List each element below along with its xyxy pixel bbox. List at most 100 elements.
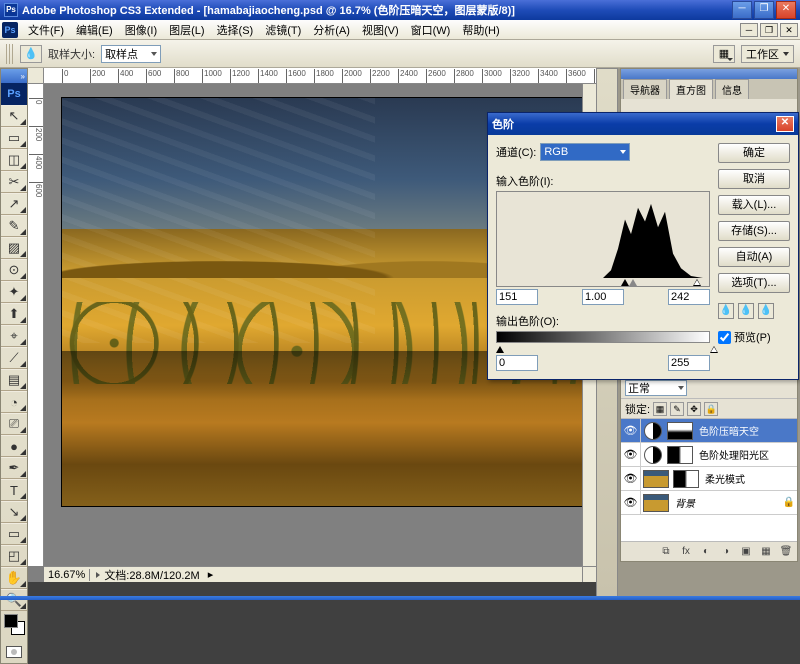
tool-7[interactable]: ⊙ bbox=[1, 259, 27, 281]
layer-row[interactable]: 👁 色阶处理阳光区 bbox=[621, 443, 797, 467]
minimize-button[interactable]: ─ bbox=[732, 1, 752, 19]
dialog-button-存储S[interactable]: 存储(S)... bbox=[718, 221, 790, 241]
input-white-field[interactable] bbox=[668, 289, 710, 305]
go-to-bridge-button[interactable]: ▦ bbox=[713, 45, 735, 63]
doc-info[interactable]: 文档:28.8M/120.2M▸ bbox=[90, 567, 219, 583]
menu-s[interactable]: 选择(S) bbox=[211, 20, 260, 40]
tool-21[interactable]: ✋ bbox=[1, 567, 27, 589]
blend-mode-dropdown[interactable]: 正常 bbox=[625, 380, 687, 396]
menu-f[interactable]: 文件(F) bbox=[22, 20, 70, 40]
tool-10[interactable]: ⌖ bbox=[1, 325, 27, 347]
tool-17[interactable]: T bbox=[1, 479, 27, 501]
midpoint-slider[interactable] bbox=[629, 279, 637, 286]
quick-mask-button[interactable] bbox=[1, 641, 27, 663]
sample-size-dropdown[interactable]: 取样点 bbox=[101, 45, 161, 63]
eyedropper-black-icon[interactable]: 💧 bbox=[718, 303, 734, 319]
layer-row[interactable]: 👁背景🔒 bbox=[621, 491, 797, 515]
layer-name[interactable]: 背景 bbox=[671, 495, 699, 510]
tab-直方图[interactable]: 直方图 bbox=[669, 79, 713, 99]
tab-信息[interactable]: 信息 bbox=[715, 79, 749, 99]
tool-6[interactable]: ▨ bbox=[1, 237, 27, 259]
tool-18[interactable]: ↘ bbox=[1, 501, 27, 523]
layer-name[interactable]: 色阶处理阳光区 bbox=[695, 447, 773, 462]
foreground-color-swatch[interactable] bbox=[4, 614, 18, 628]
dialog-button-确定[interactable]: 确定 bbox=[718, 143, 790, 163]
horizontal-ruler[interactable]: 0200400600800100012001400160018002000220… bbox=[44, 68, 596, 84]
tool-11[interactable]: ⟋ bbox=[1, 347, 27, 369]
dialog-button-取消[interactable]: 取消 bbox=[718, 169, 790, 189]
tool-13[interactable]: ◔ bbox=[1, 391, 27, 413]
eyedropper-tool-icon[interactable]: 💧 bbox=[20, 45, 42, 63]
preview-checkbox[interactable]: 预览(P) bbox=[718, 329, 790, 345]
tool-5[interactable]: ✎ bbox=[1, 215, 27, 237]
black-point-slider[interactable] bbox=[621, 279, 629, 286]
resize-corner[interactable] bbox=[582, 566, 596, 582]
output-white-field[interactable] bbox=[668, 355, 710, 371]
layer-thumbnail[interactable] bbox=[643, 494, 669, 512]
doc-minimize-button[interactable]: ─ bbox=[740, 23, 758, 37]
layer-thumbnail[interactable] bbox=[643, 470, 669, 488]
layer-mask-icon[interactable]: ◐ bbox=[699, 545, 713, 559]
tool-3[interactable]: ✂ bbox=[1, 171, 27, 193]
dialog-button-载入L[interactable]: 载入(L)... bbox=[718, 195, 790, 215]
dialog-close-button[interactable]: ✕ bbox=[776, 116, 794, 132]
tool-14[interactable]: ⎚ bbox=[1, 413, 27, 435]
ps-logo-icon[interactable]: Ps bbox=[2, 22, 18, 38]
visibility-icon[interactable]: 👁 bbox=[621, 467, 641, 490]
layer-row[interactable]: 👁 柔光模式 bbox=[621, 467, 797, 491]
dialog-titlebar[interactable]: 色阶 ✕ bbox=[488, 113, 798, 135]
white-point-slider[interactable] bbox=[693, 279, 701, 286]
tool-16[interactable]: ✒ bbox=[1, 457, 27, 479]
grip-icon[interactable] bbox=[6, 44, 14, 64]
menu-t[interactable]: 滤镜(T) bbox=[259, 20, 307, 40]
menu-l[interactable]: 图层(L) bbox=[163, 20, 210, 40]
tool-19[interactable]: ▭ bbox=[1, 523, 27, 545]
delete-layer-icon[interactable]: 🗑 bbox=[779, 545, 793, 559]
tool-4[interactable]: ↗ bbox=[1, 193, 27, 215]
tool-9[interactable]: ⬆ bbox=[1, 303, 27, 325]
vertical-ruler[interactable]: 0200400600 bbox=[28, 84, 44, 566]
visibility-icon[interactable]: 👁 bbox=[621, 491, 641, 514]
doc-close-button[interactable]: ✕ bbox=[780, 23, 798, 37]
tool-20[interactable]: ◰ bbox=[1, 545, 27, 567]
layer-row[interactable]: 👁色阶压暗天空 bbox=[621, 419, 797, 443]
close-button[interactable]: ✕ bbox=[776, 1, 796, 19]
lock-position-icon[interactable]: ✥ bbox=[687, 402, 701, 416]
mask-thumbnail[interactable] bbox=[667, 422, 693, 440]
layer-name[interactable]: 柔光模式 bbox=[701, 471, 749, 486]
ruler-origin[interactable] bbox=[28, 68, 44, 84]
layer-style-icon[interactable]: fx bbox=[679, 545, 693, 559]
menu-e[interactable]: 编辑(E) bbox=[70, 20, 119, 40]
mask-thumbnail[interactable] bbox=[673, 470, 699, 488]
menu-w[interactable]: 窗口(W) bbox=[405, 20, 457, 40]
tool-22[interactable]: 🔍 bbox=[1, 589, 27, 611]
visibility-icon[interactable]: 👁 bbox=[621, 443, 641, 466]
lock-pixels-icon[interactable]: ✎ bbox=[670, 402, 684, 416]
toolbox-header[interactable]: » bbox=[1, 69, 27, 83]
doc-restore-button[interactable]: ❐ bbox=[760, 23, 778, 37]
mask-thumbnail[interactable] bbox=[667, 446, 693, 464]
menu-v[interactable]: 视图(V) bbox=[356, 20, 405, 40]
tab-导航器[interactable]: 导航器 bbox=[623, 79, 667, 99]
dialog-button-选项T[interactable]: 选项(T)... bbox=[718, 273, 790, 293]
maximize-button[interactable]: ❐ bbox=[754, 1, 774, 19]
menu-a[interactable]: 分析(A) bbox=[307, 20, 356, 40]
eyedropper-gray-icon[interactable]: 💧 bbox=[738, 303, 754, 319]
panel-grip[interactable] bbox=[621, 69, 797, 79]
tool-2[interactable]: ◫ bbox=[1, 149, 27, 171]
dialog-button-自动A[interactable]: 自动(A) bbox=[718, 247, 790, 267]
preview-checkbox-input[interactable] bbox=[718, 331, 731, 344]
input-black-field[interactable] bbox=[496, 289, 538, 305]
output-white-slider[interactable] bbox=[710, 346, 718, 353]
adjustment-layer-icon[interactable]: ◑ bbox=[719, 545, 733, 559]
layer-name[interactable]: 色阶压暗天空 bbox=[695, 423, 763, 438]
color-swatches[interactable] bbox=[1, 611, 27, 641]
tool-0[interactable]: ↖ bbox=[1, 105, 27, 127]
output-black-slider[interactable] bbox=[496, 346, 504, 353]
eyedropper-white-icon[interactable]: 💧 bbox=[758, 303, 774, 319]
tool-8[interactable]: ✦ bbox=[1, 281, 27, 303]
output-black-field[interactable] bbox=[496, 355, 538, 371]
lock-all-icon[interactable]: 🔒 bbox=[704, 402, 718, 416]
layer-group-icon[interactable]: ▣ bbox=[739, 545, 753, 559]
tool-1[interactable]: ▭ bbox=[1, 127, 27, 149]
